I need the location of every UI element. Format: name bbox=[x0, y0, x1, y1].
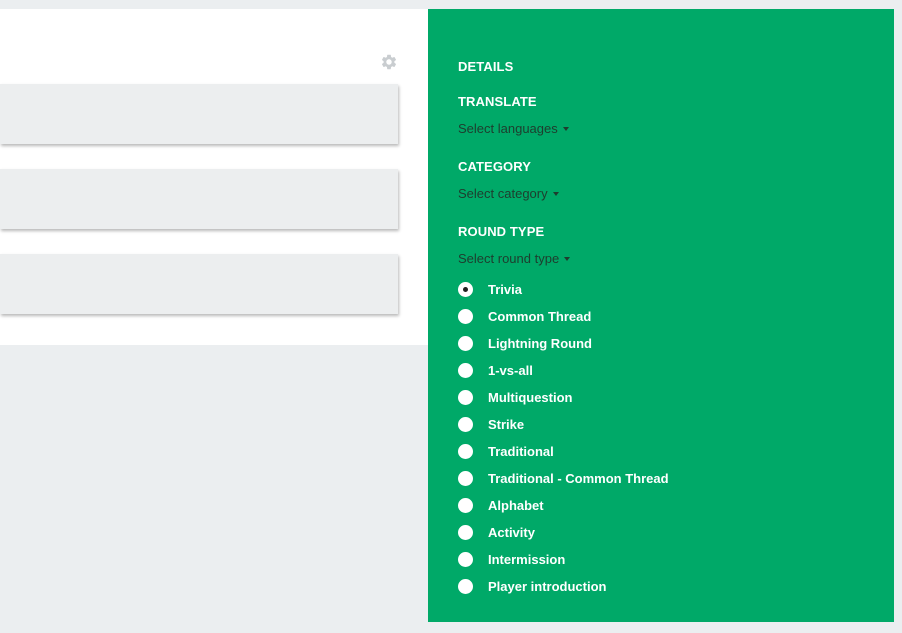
round-type-option-label: Activity bbox=[488, 525, 535, 540]
radio-button[interactable] bbox=[458, 363, 473, 378]
category-label: CATEGORY bbox=[458, 159, 532, 174]
radio-button[interactable] bbox=[458, 471, 473, 486]
round-type-option[interactable]: Intermission bbox=[458, 546, 669, 573]
languages-dropdown-text: Select languages bbox=[458, 121, 558, 136]
question-card[interactable] bbox=[0, 169, 398, 229]
round-type-option-label: Player introduction bbox=[488, 579, 607, 594]
details-title: DETAILS bbox=[458, 59, 514, 74]
question-card[interactable] bbox=[0, 254, 398, 314]
round-type-option[interactable]: Common Thread bbox=[458, 303, 669, 330]
round-type-option-label: Multiquestion bbox=[488, 390, 573, 405]
round-type-option[interactable]: Lightning Round bbox=[458, 330, 669, 357]
round-type-option-label: Traditional bbox=[488, 444, 554, 459]
radio-button[interactable] bbox=[458, 390, 473, 405]
round-type-option-label: Lightning Round bbox=[488, 336, 592, 351]
radio-button[interactable] bbox=[458, 309, 473, 324]
round-type-option[interactable]: Strike bbox=[458, 411, 669, 438]
radio-button[interactable] bbox=[458, 552, 473, 567]
round-type-option-label: Alphabet bbox=[488, 498, 544, 513]
round-type-option-label: Common Thread bbox=[488, 309, 592, 324]
radio-button[interactable] bbox=[458, 417, 473, 432]
category-dropdown-text: Select category bbox=[458, 186, 548, 201]
round-type-option-label: Traditional - Common Thread bbox=[488, 471, 669, 486]
round-type-option-label: Trivia bbox=[488, 282, 522, 297]
round-type-option[interactable]: Multiquestion bbox=[458, 384, 669, 411]
round-type-label: ROUND TYPE bbox=[458, 224, 545, 239]
round-type-option[interactable]: Trivia bbox=[458, 276, 669, 303]
caret-down-icon bbox=[552, 192, 559, 196]
round-type-option-label: 1-vs-all bbox=[488, 363, 533, 378]
round-type-option-label: Strike bbox=[488, 417, 525, 432]
radio-button[interactable] bbox=[458, 336, 473, 351]
round-type-option[interactable]: 1-vs-all bbox=[458, 357, 669, 384]
caret-down-icon bbox=[562, 127, 569, 131]
round-type-option[interactable]: Activity bbox=[458, 519, 669, 546]
radio-selected-dot bbox=[463, 287, 468, 292]
radio-button[interactable] bbox=[458, 444, 473, 459]
round-type-radio-group: Trivia Common Thread Lightning Round 1-vs-a… bbox=[458, 276, 669, 600]
radio-button[interactable] bbox=[458, 282, 473, 297]
radio-button[interactable] bbox=[458, 579, 473, 594]
editor-panel bbox=[0, 9, 428, 345]
radio-button[interactable] bbox=[458, 525, 473, 540]
round-type-option[interactable]: Player introduction bbox=[458, 573, 669, 600]
translate-label: TRANSLATE bbox=[458, 94, 537, 109]
question-card[interactable] bbox=[0, 84, 398, 144]
radio-button[interactable] bbox=[458, 498, 473, 513]
gear-icon[interactable] bbox=[380, 53, 398, 71]
details-panel: DETAILS TRANSLATE Select languages CATEG… bbox=[428, 9, 894, 622]
round-type-dropdown-text: Select round type bbox=[458, 251, 560, 266]
round-type-option[interactable]: Alphabet bbox=[458, 492, 669, 519]
category-dropdown[interactable]: Select category bbox=[458, 186, 559, 201]
languages-dropdown[interactable]: Select languages bbox=[458, 121, 569, 136]
round-type-dropdown[interactable]: Select round type bbox=[458, 251, 571, 266]
round-type-option-label: Intermission bbox=[488, 552, 566, 567]
caret-down-icon bbox=[564, 257, 571, 261]
round-type-option[interactable]: Traditional - Common Thread bbox=[458, 465, 669, 492]
round-type-option[interactable]: Traditional bbox=[458, 438, 669, 465]
